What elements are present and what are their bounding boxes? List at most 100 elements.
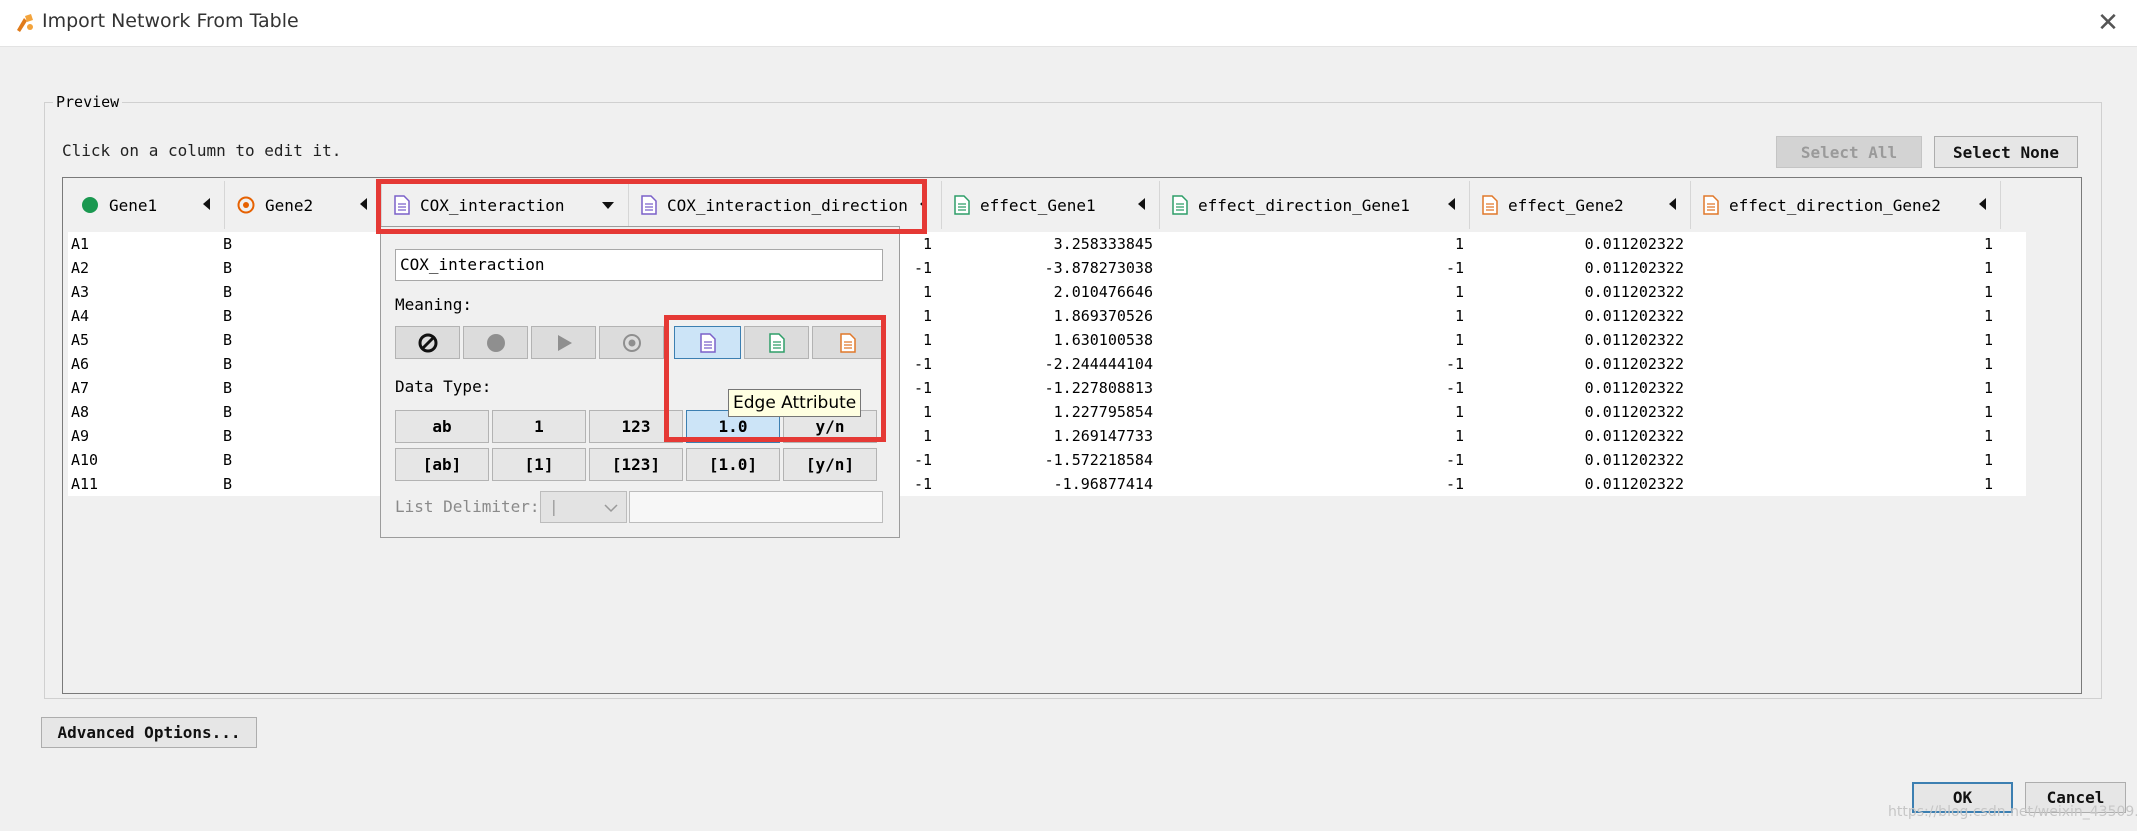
expand-arrow-icon[interactable]	[602, 202, 614, 209]
source-node-icon	[486, 333, 505, 352]
collapse-arrow-icon[interactable]	[360, 198, 367, 210]
column-header-effect-direction-gene1[interactable]: effect_direction_Gene1	[1160, 181, 1470, 229]
cell-effect-gene2: 0.011202322	[1584, 259, 1684, 277]
data-type-string-list-button[interactable]: [ab]	[395, 448, 489, 481]
table-row[interactable]: A10 B -1 -1.572218584 -1 0.011202322 1	[68, 448, 2026, 472]
cell-effect-direction-gene1: -1	[1445, 475, 1464, 493]
cell-gene1: A6	[71, 355, 90, 373]
table-row[interactable]: A4 B 1 1.869370526 1 0.011202322 1	[68, 304, 2026, 328]
cell-gene1: A4	[71, 307, 90, 325]
column-header-effect-direction-gene2[interactable]: effect_direction_Gene2	[1691, 181, 2001, 229]
cell-gene1: A3	[71, 283, 90, 301]
table-row[interactable]: A8 B 1 1.227795854 1 0.011202322 1	[68, 400, 2026, 424]
cell-gene1: A11	[71, 475, 99, 493]
column-header-cox-interaction-direction[interactable]: COX_interaction_direction	[629, 181, 942, 229]
cell-effect-gene2: 0.011202322	[1584, 307, 1684, 325]
cell-effect-gene2: 0.011202322	[1584, 283, 1684, 301]
preview-table: Gene1 Gene2 COX_interaction COX_interact…	[62, 177, 2082, 694]
list-delimiter-custom-field[interactable]	[629, 491, 883, 523]
cell-effect-direction-gene1: 1	[1454, 307, 1464, 325]
source-node-attribute-icon	[768, 332, 785, 353]
target-node-icon	[622, 333, 641, 352]
cell-effect-gene1: -1.572218584	[1044, 451, 1153, 469]
cell-effect-gene2: 0.011202322	[1584, 451, 1684, 469]
meaning-target-node-button[interactable]	[599, 326, 664, 359]
column-name-field[interactable]: COX_interaction	[395, 249, 883, 281]
cell-gene1: A10	[71, 451, 99, 469]
meaning-skip-button[interactable]	[395, 326, 460, 359]
column-header-label: Gene1	[109, 195, 158, 215]
meaning-source-node-button[interactable]	[463, 326, 528, 359]
meaning-source-node-attribute-button[interactable]	[744, 326, 809, 359]
collapse-arrow-icon[interactable]	[920, 198, 927, 210]
select-all-button[interactable]: Select All	[1776, 136, 1922, 168]
table-row[interactable]: A1 B 1 3.258333845 1 0.011202322 1	[68, 232, 2026, 256]
cell-cox-direction: -1	[913, 379, 932, 397]
table-row[interactable]: A2 B -1 -3.878273038 -1 0.011202322 1	[68, 256, 2026, 280]
cell-effect-gene2: 0.011202322	[1584, 331, 1684, 349]
close-icon[interactable]: ✕	[2091, 6, 2125, 40]
cell-cox-direction: 1	[922, 427, 932, 445]
cell-effect-direction-gene2: 1	[1983, 355, 1993, 373]
select-none-button[interactable]: Select None	[1934, 136, 2078, 168]
cell-effect-gene1: -1.96877414	[1053, 475, 1153, 493]
preview-hint: Click on a column to edit it.	[62, 141, 342, 160]
data-type-long-button[interactable]: 123	[589, 410, 683, 443]
advanced-options-button[interactable]: Advanced Options...	[41, 717, 257, 748]
preview-legend: Preview	[53, 93, 123, 111]
table-row[interactable]: A6 B -1 -2.244444104 -1 0.011202322 1	[68, 352, 2026, 376]
collapse-arrow-icon[interactable]	[203, 198, 210, 210]
meaning-target-node-attribute-button[interactable]	[812, 326, 884, 359]
cell-effect-gene2: 0.011202322	[1584, 379, 1684, 397]
collapse-arrow-icon[interactable]	[1979, 198, 1986, 210]
column-header-effect-gene2[interactable]: effect_Gene2	[1470, 181, 1691, 229]
cell-gene2: B	[223, 355, 233, 373]
cell-gene2: B	[223, 403, 233, 421]
data-type-integer-button[interactable]: 1	[492, 410, 586, 443]
column-header-label: Gene2	[265, 195, 314, 215]
cell-effect-direction-gene2: 1	[1983, 259, 1993, 277]
list-delimiter-select[interactable]: |	[540, 491, 627, 523]
meaning-interaction-button[interactable]	[531, 326, 596, 359]
table-row[interactable]: A3 B 1 2.010476646 1 0.011202322 1	[68, 280, 2026, 304]
cell-effect-gene1: 2.010476646	[1053, 283, 1153, 301]
cell-gene2: B	[223, 427, 233, 445]
target-node-icon	[237, 196, 255, 214]
column-header-label: effect_Gene2	[1508, 195, 1624, 215]
collapse-arrow-icon[interactable]	[1138, 198, 1145, 210]
cell-cox-direction: -1	[913, 259, 932, 277]
cell-effect-direction-gene2: 1	[1983, 379, 1993, 397]
column-header-effect-gene1[interactable]: effect_Gene1	[942, 181, 1160, 229]
source-node-attribute-icon	[1172, 195, 1188, 215]
column-header-label: COX_interaction_direction	[667, 195, 908, 215]
cell-effect-gene2: 0.011202322	[1584, 235, 1684, 253]
cell-effect-gene1: 1.269147733	[1053, 427, 1153, 445]
data-type-string-button[interactable]: ab	[395, 410, 489, 443]
column-header-label: effect_direction_Gene1	[1198, 195, 1410, 215]
cell-cox-direction: 1	[922, 403, 932, 421]
table-row[interactable]: A7 B -1 -1.227808813 -1 0.011202322 1	[68, 376, 2026, 400]
table-row[interactable]: A9 B 1 1.269147733 1 0.011202322 1	[68, 424, 2026, 448]
table-row[interactable]: A5 B 1 1.630100538 1 0.011202322 1	[68, 328, 2026, 352]
table-header: Gene1 Gene2 COX_interaction COX_interact…	[69, 181, 2087, 229]
column-header-label: COX_interaction	[420, 195, 565, 215]
table-row[interactable]: A11 B -1 -1.96877414 -1 0.011202322 1	[68, 472, 2026, 496]
collapse-arrow-icon[interactable]	[1669, 198, 1676, 210]
cell-cox-direction: 1	[922, 307, 932, 325]
edge-attribute-icon	[699, 332, 716, 353]
target-node-attribute-icon	[840, 332, 856, 353]
data-type-long-list-button[interactable]: [123]	[589, 448, 683, 481]
data-type-integer-list-button[interactable]: [1]	[492, 448, 586, 481]
list-delimiter-label: List Delimiter:	[395, 497, 540, 516]
column-header-gene2[interactable]: Gene2	[225, 181, 382, 229]
meaning-edge-attribute-button[interactable]	[674, 326, 741, 359]
cell-effect-gene1: -2.244444104	[1044, 355, 1153, 373]
data-type-double-list-button[interactable]: [1.0]	[686, 448, 780, 481]
column-header-gene1[interactable]: Gene1	[69, 181, 225, 229]
list-delimiter-value: |	[549, 497, 559, 516]
data-type-boolean-list-button[interactable]: [y/n]	[783, 448, 877, 481]
watermark: https://blog.csdn.net/weixin_43509...	[1888, 804, 2137, 820]
collapse-arrow-icon[interactable]	[1448, 198, 1455, 210]
column-header-cox-interaction[interactable]: COX_interaction	[382, 181, 629, 229]
source-node-attribute-icon	[954, 195, 970, 215]
